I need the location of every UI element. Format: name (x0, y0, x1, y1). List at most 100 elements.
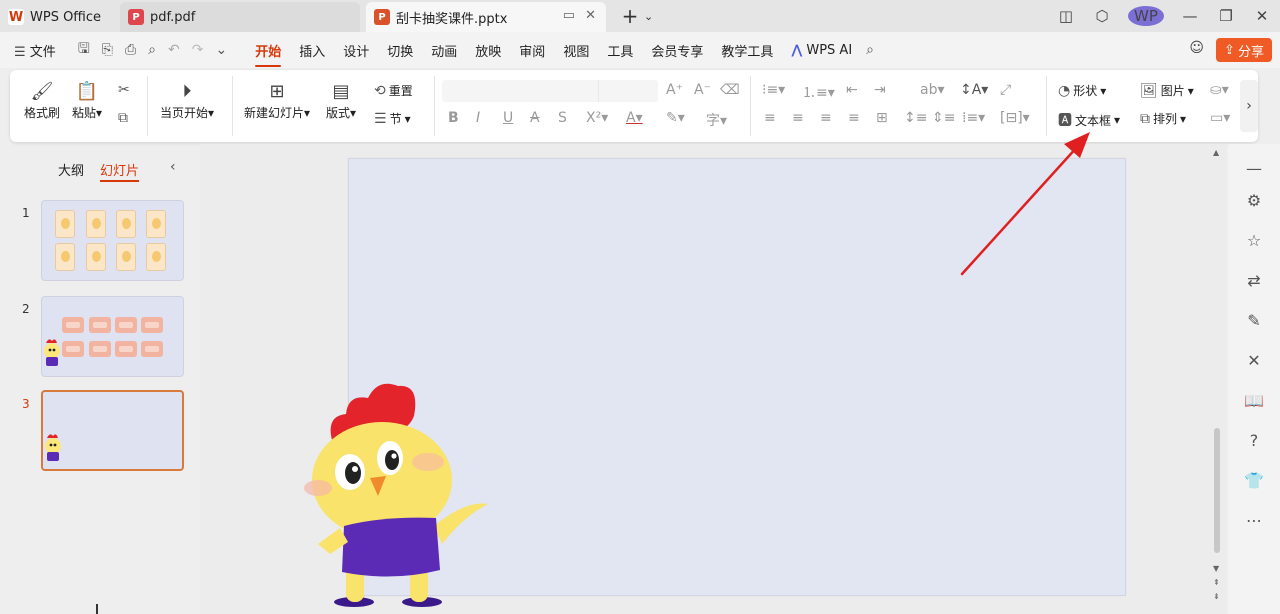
numbered-list-icon[interactable]: ⒈≡▾ (802, 82, 835, 102)
tools-icon[interactable]: ✕ (1242, 348, 1266, 372)
file-menu[interactable]: ☰ 文件 (14, 41, 56, 60)
search-icon[interactable]: ⌕ (866, 42, 874, 58)
more-chevron-icon[interactable]: ⌄ (215, 42, 227, 58)
text-align-box-icon[interactable]: [⊟]▾ (1000, 110, 1030, 126)
next-slide-icon[interactable]: ⇟ (1213, 592, 1220, 601)
tab-review[interactable]: 审阅 (519, 41, 545, 60)
phonetic-icon[interactable]: 字▾ (706, 110, 727, 130)
reset-button[interactable]: ⟲ 重置 (374, 82, 413, 99)
bullet-list-icon[interactable]: ⁝≡▾ (762, 82, 785, 98)
distribute-icon[interactable]: ⊞ (876, 110, 888, 126)
shadow-icon[interactable]: S (558, 110, 567, 126)
star-icon[interactable]: ☆ (1242, 228, 1266, 252)
tab-wps-office[interactable]: W WPS Office (0, 2, 112, 32)
restore-icon[interactable]: ❐ (1208, 7, 1244, 25)
tab-insert[interactable]: 插入 (299, 41, 325, 60)
help-icon[interactable]: ? (1242, 428, 1266, 452)
paragraph-spacing-icon[interactable]: ⇕≡ (932, 110, 955, 126)
tab-outline[interactable]: 大纲 (58, 160, 84, 179)
avatar[interactable]: WP (1128, 6, 1164, 26)
text-fit-icon[interactable]: ⤢ (1000, 82, 1011, 98)
decrease-font-icon[interactable]: A⁻ (694, 82, 711, 98)
section-button[interactable]: ☰ 节 ▾ (374, 110, 411, 127)
tab-animation[interactable]: 动画 (431, 41, 457, 60)
screen-icon[interactable]: ▭ (563, 8, 575, 23)
save-icon[interactable]: 🖫 (78, 38, 90, 62)
skin-icon[interactable]: 👕 (1242, 468, 1266, 492)
vertical-scrollbar[interactable]: ▲ ▼ ⇞ ⇟ (1210, 148, 1224, 608)
italic-icon[interactable]: I (476, 110, 480, 126)
layout-button[interactable]: ▤ 版式▾ (326, 78, 356, 121)
tab-slideshow[interactable]: 放映 (475, 41, 501, 60)
cut-button[interactable]: ✂ (118, 82, 130, 98)
translate-icon[interactable]: ⇄ (1242, 268, 1266, 292)
highlight-icon[interactable]: ✎▾ (666, 110, 685, 126)
columns-icon[interactable]: ⁞≡▾ (962, 110, 985, 126)
slide-thumbnail-2[interactable] (41, 296, 184, 377)
tab-home[interactable]: 开始 (255, 41, 282, 67)
share-button[interactable]: ⇪ 分享 (1216, 38, 1272, 62)
increase-font-icon[interactable]: A⁺ (666, 82, 683, 98)
print-icon[interactable]: ⎙ (125, 42, 136, 58)
undo-icon[interactable]: ↶ (168, 42, 180, 58)
font-name-select[interactable] (442, 80, 658, 102)
align-right-icon[interactable]: ≡ (820, 110, 832, 126)
collapse-panel-chevron-icon[interactable]: ‹ (170, 159, 176, 175)
magic-edit-icon[interactable]: ✎ (1242, 308, 1266, 332)
close-window-icon[interactable]: ✕ (1244, 7, 1280, 25)
read-icon[interactable]: 📖 (1242, 388, 1266, 412)
paste-button[interactable]: 📋 粘贴▾ (72, 78, 102, 121)
eraser-icon[interactable]: ⌫ (720, 82, 740, 98)
textbox-button[interactable]: 🅰 文本框 ▾ (1058, 110, 1120, 130)
outline-icon[interactable]: ▭▾ (1210, 110, 1230, 126)
format-painter-button[interactable]: 🖌 格式刷 (24, 78, 60, 121)
line-spacing-icon[interactable]: ↕A▾ (960, 82, 988, 98)
collapse-rail-icon[interactable]: — (1242, 156, 1266, 180)
print-preview-icon[interactable]: ⌕ (148, 42, 156, 58)
layout-icon[interactable]: ◫ (1048, 7, 1084, 25)
decrease-indent-icon[interactable]: ⇤ (846, 82, 858, 98)
justify-icon[interactable]: ≡ (848, 110, 860, 126)
new-slide-button[interactable]: ⊞ 新建幻灯片▾ (244, 78, 310, 121)
ribbon-expand-chevron-icon[interactable]: › (1240, 80, 1258, 132)
scroll-up-icon[interactable]: ▲ (1213, 148, 1219, 157)
tab-design[interactable]: 设计 (343, 41, 369, 60)
strikethrough-icon[interactable]: A (530, 110, 540, 126)
align-left-icon[interactable]: ≡ (764, 110, 776, 126)
font-color-icon[interactable]: A▾ (626, 110, 643, 126)
slide-thumbnail-1[interactable] (41, 200, 184, 281)
scroll-down-icon[interactable]: ▼ (1213, 564, 1219, 573)
tab-list-chevron-icon[interactable]: ⌄ (644, 10, 653, 23)
wps-ai-button[interactable]: ⋀ WPS AI (791, 43, 852, 58)
increase-indent-icon[interactable]: ⇥ (874, 82, 886, 98)
play-from-current-button[interactable]: ⏵ 当页开始▾ (160, 78, 214, 121)
bold-icon[interactable]: B (448, 110, 459, 126)
previous-slide-icon[interactable]: ⇞ (1213, 578, 1220, 587)
new-tab-button[interactable]: + (616, 4, 644, 28)
box-icon[interactable]: ⬡ (1084, 7, 1120, 25)
tab-transition[interactable]: 切换 (387, 41, 413, 60)
tab-active-pptx[interactable]: P 刮卡抽奖课件.pptx ▭ ✕ (366, 2, 606, 32)
slide-thumbnail-3[interactable] (41, 390, 184, 471)
more-icon[interactable]: ⋯ (1242, 508, 1266, 532)
underline-icon[interactable]: U (503, 110, 513, 126)
tab-pdf[interactable]: P pdf.pdf (120, 2, 360, 32)
close-tab-icon[interactable]: ✕ (585, 8, 596, 23)
minimize-icon[interactable]: — (1172, 7, 1208, 25)
tab-tools[interactable]: 工具 (607, 41, 633, 60)
line-spacing-2-icon[interactable]: ↕≡ (904, 110, 927, 126)
picture-button[interactable]: 🖼 图片 ▾ (1140, 82, 1194, 99)
chat-bot-icon[interactable]: ☺ (1189, 40, 1204, 56)
arrange-button[interactable]: ⧉ 排列 ▾ (1140, 110, 1186, 127)
settings-sliders-icon[interactable]: ⚙ (1242, 188, 1266, 212)
tab-member[interactable]: 会员专享 (651, 41, 703, 60)
tab-slides[interactable]: 幻灯片 (100, 160, 140, 182)
redo-icon[interactable]: ↷ (192, 42, 204, 58)
text-direction-icon[interactable]: ab▾ (920, 82, 945, 98)
shape-button[interactable]: ◔ 形状 ▾ (1058, 82, 1106, 99)
chick-mascot-image[interactable] (296, 376, 496, 608)
export-icon[interactable]: ⎘ (102, 42, 113, 58)
copy-button[interactable]: ⧉ (118, 110, 128, 126)
scroll-thumb[interactable] (1214, 428, 1220, 553)
superscript-icon[interactable]: X²▾ (586, 110, 608, 126)
